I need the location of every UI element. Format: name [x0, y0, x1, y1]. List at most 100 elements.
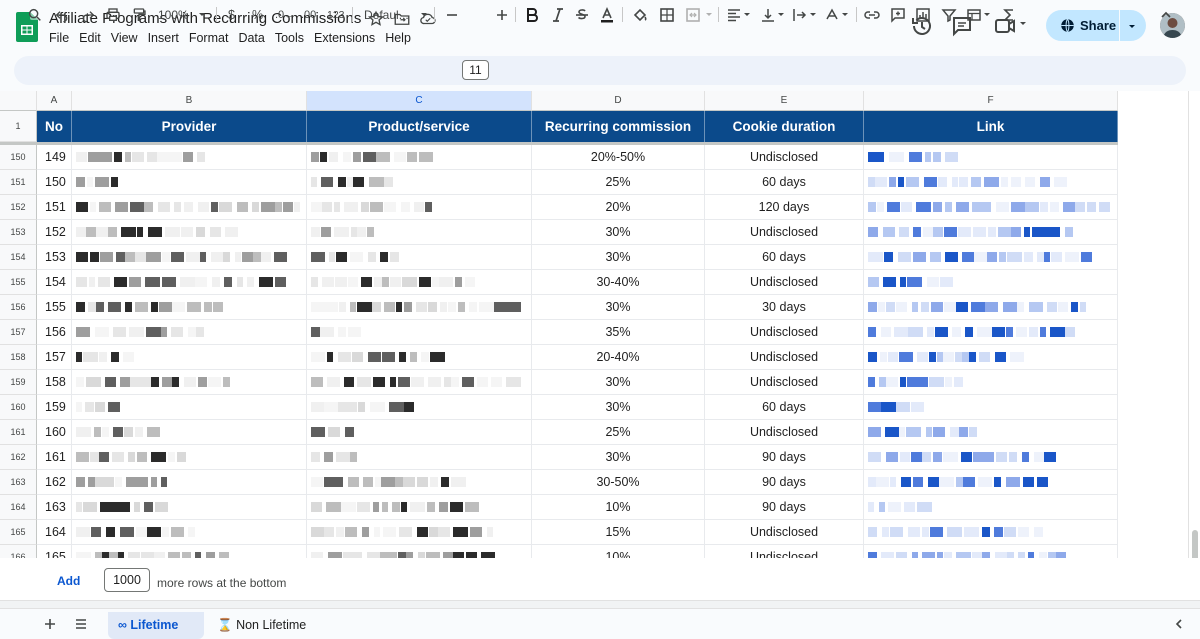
increase-decimal-button[interactable]: .00: [301, 0, 316, 29]
cell-cookie[interactable]: 30 days: [705, 295, 864, 320]
row-header[interactable]: 151: [0, 170, 37, 195]
all-sheets-icon[interactable]: [74, 617, 88, 631]
row-header-1[interactable]: 1: [0, 111, 37, 142]
cell-no[interactable]: 156: [37, 320, 72, 345]
row-header[interactable]: 150: [0, 145, 37, 170]
menu-format[interactable]: Format: [184, 31, 234, 45]
cell-no[interactable]: 151: [37, 195, 72, 220]
cell-no[interactable]: 157: [37, 345, 72, 370]
text-color-icon[interactable]: [599, 0, 615, 29]
borders-icon[interactable]: [659, 0, 675, 29]
cell-cookie[interactable]: 120 days: [705, 195, 864, 220]
cell-no[interactable]: 149: [37, 145, 72, 170]
cell-link[interactable]: [864, 395, 1118, 420]
cell-link[interactable]: [864, 270, 1118, 295]
italic-icon[interactable]: [550, 0, 566, 29]
header-cell-rate[interactable]: Recurring commission rate: [532, 111, 705, 165]
cell-provider[interactable]: [72, 495, 307, 520]
functions-icon[interactable]: [1001, 0, 1017, 29]
cell-provider[interactable]: [72, 220, 307, 245]
menu-view[interactable]: View: [106, 31, 143, 45]
add-sheet-icon[interactable]: [43, 617, 57, 631]
cell-no[interactable]: 155: [37, 295, 72, 320]
insert-link-icon[interactable]: [864, 0, 880, 29]
cell-provider[interactable]: [72, 370, 307, 395]
cell-rate[interactable]: 30%: [532, 245, 705, 270]
cell-rate[interactable]: 20%: [532, 195, 705, 220]
cell-rate[interactable]: 30%: [532, 445, 705, 470]
cell-product[interactable]: [307, 520, 532, 545]
cell-link[interactable]: [864, 345, 1118, 370]
row-header[interactable]: 152: [0, 195, 37, 220]
cell-rate[interactable]: 30%: [532, 370, 705, 395]
cell-link[interactable]: [864, 245, 1118, 270]
cell-provider[interactable]: [72, 195, 307, 220]
cell-link[interactable]: [864, 295, 1118, 320]
rows-count-input[interactable]: 1000: [104, 568, 150, 592]
bold-icon[interactable]: [524, 0, 540, 29]
cell-link[interactable]: [864, 420, 1118, 445]
select-all-corner[interactable]: [0, 91, 37, 111]
cell-rate[interactable]: 30-50%: [532, 470, 705, 495]
font-size-input[interactable]: 11: [462, 60, 489, 80]
cell-product[interactable]: [307, 195, 532, 220]
cell-no[interactable]: 152: [37, 220, 72, 245]
row-header[interactable]: 164: [0, 495, 37, 520]
cell-cookie[interactable]: Undisclosed: [705, 320, 864, 345]
increase-font-size-button[interactable]: [494, 0, 510, 29]
row-header[interactable]: 165: [0, 520, 37, 545]
column-header-b[interactable]: B: [72, 91, 307, 111]
row-header[interactable]: 162: [0, 445, 37, 470]
cell-cookie[interactable]: 90 days: [705, 445, 864, 470]
cell-cookie[interactable]: Undisclosed: [705, 220, 864, 245]
cell-provider[interactable]: [72, 320, 307, 345]
redo-icon[interactable]: [80, 0, 96, 29]
cell-provider[interactable]: [72, 145, 307, 170]
cell-product[interactable]: [307, 495, 532, 520]
cell-link[interactable]: [864, 370, 1118, 395]
cell-link[interactable]: [864, 220, 1118, 245]
menu-data[interactable]: Data: [233, 31, 269, 45]
cell-product[interactable]: [307, 245, 532, 270]
decrease-font-size-button[interactable]: [444, 0, 460, 29]
horizontal-scrollbar[interactable]: [0, 600, 1200, 608]
print-icon[interactable]: [105, 0, 121, 29]
row-header[interactable]: 156: [0, 295, 37, 320]
cell-product[interactable]: [307, 170, 532, 195]
decrease-decimal-button[interactable]: .0←: [275, 0, 295, 29]
cell-cookie[interactable]: 60 days: [705, 245, 864, 270]
cell-cookie[interactable]: Undisclosed: [705, 345, 864, 370]
strikethrough-icon[interactable]: [574, 0, 590, 29]
sheet-tab-non-lifetime[interactable]: ⌛ Non Lifetime ▼: [207, 612, 325, 639]
search-menus-icon[interactable]: [27, 0, 43, 29]
insert-comment-icon[interactable]: [890, 0, 906, 29]
percent-format-button[interactable]: %: [252, 0, 263, 29]
fill-color-icon[interactable]: [632, 0, 648, 29]
column-header-e[interactable]: E: [705, 91, 864, 111]
row-header[interactable]: 155: [0, 270, 37, 295]
header-cell-cookie[interactable]: Cookie duration: [705, 111, 864, 142]
cell-no[interactable]: 161: [37, 445, 72, 470]
cell-cookie[interactable]: Undisclosed: [705, 145, 864, 170]
row-header[interactable]: 161: [0, 420, 37, 445]
cell-product[interactable]: [307, 220, 532, 245]
share-label[interactable]: Share: [1080, 18, 1116, 33]
cell-product[interactable]: [307, 370, 532, 395]
cell-rate[interactable]: 25%: [532, 170, 705, 195]
cell-rate[interactable]: 10%: [532, 495, 705, 520]
cell-provider[interactable]: [72, 520, 307, 545]
cell-no[interactable]: 164: [37, 520, 72, 545]
cell-no[interactable]: 153: [37, 245, 72, 270]
column-header-a[interactable]: A: [37, 91, 72, 111]
cell-cookie[interactable]: Undisclosed: [705, 370, 864, 395]
cell-rate[interactable]: 30-40%: [532, 270, 705, 295]
column-header-d[interactable]: D: [532, 91, 705, 111]
add-rows-button[interactable]: Add: [57, 574, 80, 588]
cell-no[interactable]: 159: [37, 395, 72, 420]
row-header[interactable]: 154: [0, 245, 37, 270]
undo-icon[interactable]: [54, 0, 70, 29]
cell-provider[interactable]: [72, 295, 307, 320]
cell-link[interactable]: [864, 320, 1118, 345]
cell-product[interactable]: [307, 145, 532, 170]
text-wrapping-icon[interactable]: [792, 0, 818, 29]
